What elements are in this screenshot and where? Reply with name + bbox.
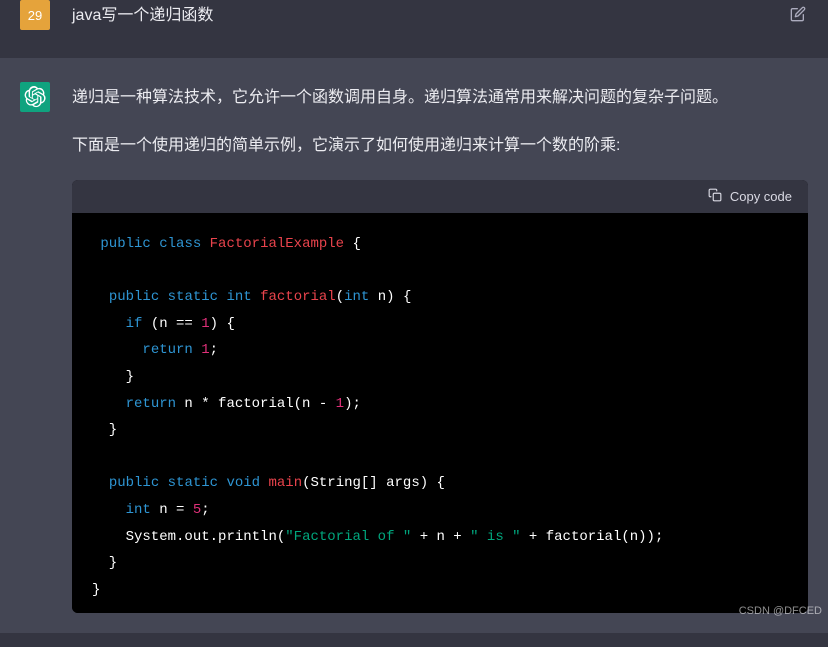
assistant-paragraph-1: 递归是一种算法技术，它允许一个函数调用自身。递归算法通常用来解决问题的复杂子问题…	[72, 84, 808, 112]
assistant-paragraph-2: 下面是一个使用递归的简单示例，它演示了如何使用递归来计算一个数的阶乘:	[72, 132, 808, 160]
code-header: Copy code	[72, 180, 808, 213]
user-avatar: 29	[20, 0, 50, 30]
assistant-avatar	[20, 82, 50, 112]
copy-code-label: Copy code	[730, 189, 792, 204]
edit-icon[interactable]	[788, 2, 808, 34]
assistant-message-row: 递归是一种算法技术，它允许一个函数调用自身。递归算法通常用来解决问题的复杂子问题…	[0, 58, 828, 633]
code-content[interactable]: public class FactorialExample { public s…	[72, 213, 808, 613]
user-message-row: 29 java写一个递归函数	[0, 0, 828, 58]
copy-code-button[interactable]: Copy code	[708, 188, 792, 205]
clipboard-icon	[708, 188, 722, 205]
user-prompt-text: java写一个递归函数	[72, 2, 213, 30]
user-content: java写一个递归函数	[72, 0, 808, 34]
assistant-content: 递归是一种算法技术，它允许一个函数调用自身。递归算法通常用来解决问题的复杂子问题…	[72, 82, 808, 613]
watermark-text: CSDN @DFCED	[739, 605, 822, 617]
code-block: Copy code public class FactorialExample …	[72, 180, 808, 613]
